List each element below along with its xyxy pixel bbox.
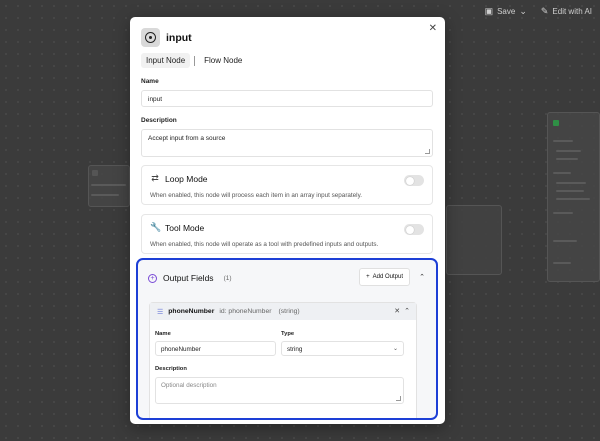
edit-with-ai-button[interactable]: ✎ Edit with AI — [541, 6, 592, 17]
bg-line — [556, 182, 586, 184]
bg-line — [553, 172, 571, 174]
field-description-label: Description — [155, 366, 187, 372]
loop-icon: ⇄ — [151, 173, 159, 183]
bg-node-right — [547, 112, 600, 282]
add-output-button[interactable]: + Add Output — [359, 268, 410, 286]
field-type-select[interactable]: string ⌄ — [281, 341, 404, 356]
bg-node-middle — [446, 205, 502, 275]
chevron-down-icon: ⌄ — [392, 346, 398, 352]
bg-line — [553, 240, 577, 242]
plus-icon: + — [366, 274, 370, 280]
loop-mode-description: When enabled, this node will process eac… — [150, 192, 362, 199]
loop-mode-title: ⇄ Loop Mode — [151, 173, 208, 184]
name-label: Name — [141, 78, 159, 85]
field-type-text: (string) — [278, 308, 300, 315]
tab-flow-node[interactable]: Flow Node — [199, 53, 247, 68]
field-id-text: id: phoneNumber — [219, 308, 272, 315]
input-node-icon — [141, 28, 160, 47]
top-toolbar: ▣ Save ⌄ ✎ Edit with AI — [485, 0, 600, 22]
output-fields-count: (1) — [223, 274, 232, 282]
chevron-up-icon[interactable]: ⌃ — [404, 307, 410, 315]
remove-field-icon[interactable]: ✕ — [394, 307, 400, 315]
output-fields-section: + Output Fields (1) + Add Output ⌃ ☰ pho… — [136, 258, 438, 420]
sparkle-icon: ✎ — [540, 5, 549, 16]
save-icon: ▣ — [484, 5, 494, 16]
field-actions: ✕ ⌃ — [394, 307, 410, 315]
wrench-icon: 🔧 — [150, 222, 162, 232]
node-settings-modal: ✕ input Input Node Flow Node Name input … — [130, 17, 445, 424]
field-name-label: Name — [155, 331, 171, 337]
loop-mode-card: ⇄ Loop Mode When enabled, this node will… — [141, 165, 433, 205]
field-type-label: Type — [281, 331, 295, 337]
bg-line — [556, 158, 578, 160]
bg-line — [553, 262, 571, 264]
tool-mode-title: 🔧 Tool Mode — [150, 222, 205, 233]
output-field-header: ☰ phoneNumber id: phoneNumber (string) ✕… — [150, 303, 416, 320]
resize-handle-icon[interactable] — [396, 396, 401, 401]
field-name-text: phoneNumber — [168, 308, 215, 315]
close-icon[interactable]: ✕ — [429, 23, 437, 34]
name-input[interactable]: input — [141, 90, 433, 107]
field-name-input[interactable]: phoneNumber — [155, 341, 276, 356]
bg-line — [553, 140, 573, 142]
drag-handle-icon[interactable]: ☰ — [157, 308, 163, 316]
bg-line — [556, 198, 590, 200]
output-fields-header: + Output Fields (1) — [148, 273, 232, 283]
modal-tabs: Input Node Flow Node — [141, 53, 247, 68]
bg-node-left-icon — [92, 170, 98, 176]
modal-title: input — [166, 31, 192, 44]
tool-mode-toggle[interactable] — [404, 224, 424, 235]
bg-line — [556, 190, 584, 192]
description-label: Description — [141, 117, 177, 124]
save-button[interactable]: ▣ Save ⌄ — [485, 6, 527, 17]
tab-divider — [194, 55, 196, 66]
bg-node-right-icon — [553, 120, 559, 126]
tool-mode-description: When enabled, this node will operate as … — [150, 241, 379, 248]
tool-mode-card: 🔧 Tool Mode When enabled, this node will… — [141, 214, 433, 254]
plus-circle-icon: + — [148, 273, 157, 283]
output-fields-title: Output Fields — [163, 273, 214, 283]
bg-line — [553, 212, 573, 214]
loop-mode-toggle[interactable] — [404, 175, 424, 186]
output-field-card: ☰ phoneNumber id: phoneNumber (string) ✕… — [149, 302, 417, 418]
chevron-down-icon: ⌄ — [519, 5, 527, 16]
field-description-textarea[interactable]: Optional description — [155, 377, 404, 404]
bg-line — [91, 184, 126, 186]
bg-line — [556, 150, 581, 152]
resize-handle-icon[interactable] — [425, 149, 430, 154]
description-textarea[interactable]: Accept input from a source — [141, 129, 433, 157]
tab-input-node[interactable]: Input Node — [141, 53, 191, 68]
bg-line — [91, 194, 119, 196]
modal-header: input — [141, 28, 192, 47]
chevron-up-icon[interactable]: ⌃ — [419, 273, 425, 281]
